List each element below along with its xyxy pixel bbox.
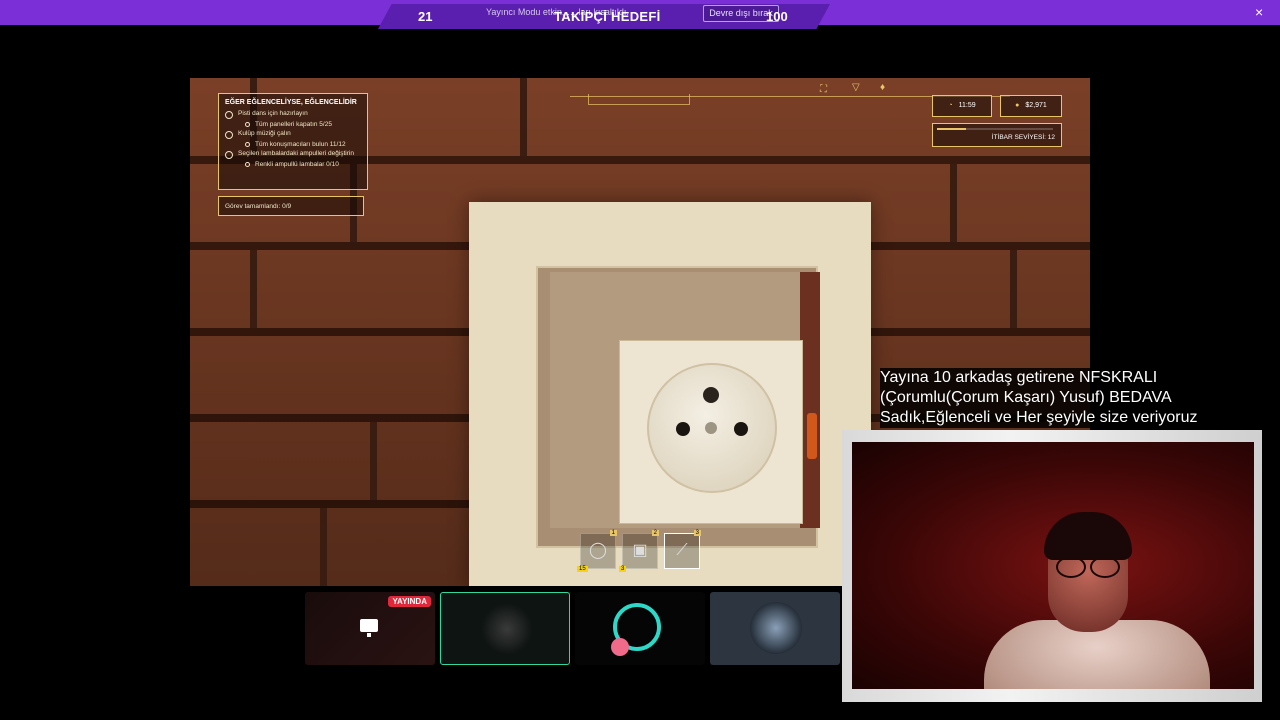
stream-thumbnail-avatar[interactable] [710,592,840,665]
cable-icon: ◯ [589,542,607,559]
promo-text: Yayına 10 arkadaş getirene NFSKRALI (Çor… [880,368,1260,428]
promo-line-3: Sadık,Eğlenceli ve Her şeyiyle size veri… [880,409,1198,426]
monitor-icon [360,619,378,632]
slot-count: 3 [619,566,627,572]
brick-mortar [370,422,377,500]
money-value: $2,971 [1025,102,1047,109]
socket-hole-icon [734,422,748,436]
goal-title: TAKİPÇİ HEDEFİ [554,9,661,24]
socket-hole-icon [676,422,690,436]
quest-subitem: Tüm panelleri kapatın 5/25 [219,120,367,129]
bulb-icon: ♦ [880,82,886,93]
bullet-icon [245,142,250,147]
funnel-icon: ▽ [852,82,860,93]
quest-subitem: Tüm konuşmacıları bulun 11/12 [219,140,367,149]
quest-item: Seçilen lambalardaki ampulleri değiştiri… [219,149,367,160]
goal-current: 21 [418,9,433,24]
goal-target: 100 [766,9,788,24]
brick-mortar [1010,250,1017,328]
glasses-icon [1056,556,1120,578]
bullet-icon [245,122,250,127]
game-clock: ◔ 11:59 [932,95,992,117]
avatar [750,602,802,654]
slot-number: 1 [609,530,617,536]
slot-count: 15 [577,566,588,572]
screwdriver-icon: ⟋ [676,542,688,559]
quest-progress: Görev tamamlandı: 0/9 [218,196,364,216]
live-badge: YAYINDA [388,596,431,607]
webcam-frame [842,430,1262,702]
hotbar-slot-2[interactable]: ▣ 2 3 [619,530,659,572]
socket-frame [536,266,820,548]
checkbox-icon [225,131,233,139]
quest-subitem-label: Tüm panelleri kapatın 5/25 [255,121,332,128]
hud-top-notch [588,94,690,105]
hotbar-slot-1[interactable]: ◯ 1 15 [577,530,617,572]
reputation-bar-fill [937,128,966,130]
quest-panel: EĞER EĞLENCELİYSE, EĞLENCELİDİR Pisti da… [218,93,368,190]
bullet-icon [245,162,250,167]
stream-thumbnail-selected[interactable] [440,592,570,665]
hotbar-slot-3[interactable]: ⟋ 3 [664,530,701,569]
power-socket[interactable] [647,363,777,493]
reputation-label-group: İTİBAR SEVİYESİ: 12 [992,134,1055,141]
brick-mortar [520,78,527,156]
wall-plate [469,202,871,586]
brick-mortar [250,250,257,328]
quest-title: EĞER EĞLENCELİYSE, EĞLENCELİDİR [225,99,357,106]
quest-subitem-label: Tüm konuşmacıları bulun 11/12 [255,141,346,148]
goal-banner: 21 Yayıncı Modu etkin, … ları kısaltıldı… [0,0,1280,29]
donut-icon [611,638,629,656]
quest-item-label: Pisti dans için hazırlayın [238,110,308,117]
quest-item-label: Seçilen lambalardaki ampulleri değiştiri… [238,150,354,157]
reputation-bar [937,128,1053,130]
checkbox-icon [225,151,233,159]
money-display: ● $2,971 [1000,95,1062,117]
reputation-label: İTİBAR SEVİYESİ: [991,134,1046,141]
reputation-panel: İTİBAR SEVİYESİ: 12 [932,123,1062,147]
game-clock-value: 11:59 [958,102,976,109]
socket-icon: ▣ [632,542,648,559]
socket-face [619,340,803,524]
quest-item-label: Kulüp müziği çalın [238,130,291,137]
ground-pin-icon [703,387,719,403]
slot-number: 2 [651,530,659,536]
brick-mortar [320,508,327,586]
stream-thumbnail-ring[interactable] [575,592,705,665]
stream-thumbnail-screen[interactable]: YAYINDA [305,592,435,665]
quest-subitem-label: Renkli ampullü lambalar 0/10 [255,161,339,168]
promo-line-1: Yayına 10 arkadaş getirene NFSKRALI [880,369,1158,386]
promo-line-2: (Çorumlu(Çorum Kaşarı) Yusuf) BEDAVA [880,389,1172,406]
screw-icon [705,422,717,434]
reputation-value: 12 [1047,134,1055,141]
slot-number: 3 [693,530,701,536]
close-icon[interactable]: × [1255,4,1263,20]
webcam-feed [852,442,1254,689]
orange-tab [807,413,817,459]
checkbox-icon [225,111,233,119]
monitor-stand-icon [367,633,371,637]
coins-icon: ● [1015,102,1020,109]
quest-subitem: Renkli ampullü lambalar 0/10 [219,160,367,169]
expand-icon: ⛶ [820,84,827,95]
quest-item: Kulüp müziği çalın [219,129,367,140]
avatar [481,603,533,655]
clock-icon: ◔ [948,102,953,109]
quest-item: Pisti dans için hazırlayın [219,109,367,120]
brick-mortar [950,164,957,242]
